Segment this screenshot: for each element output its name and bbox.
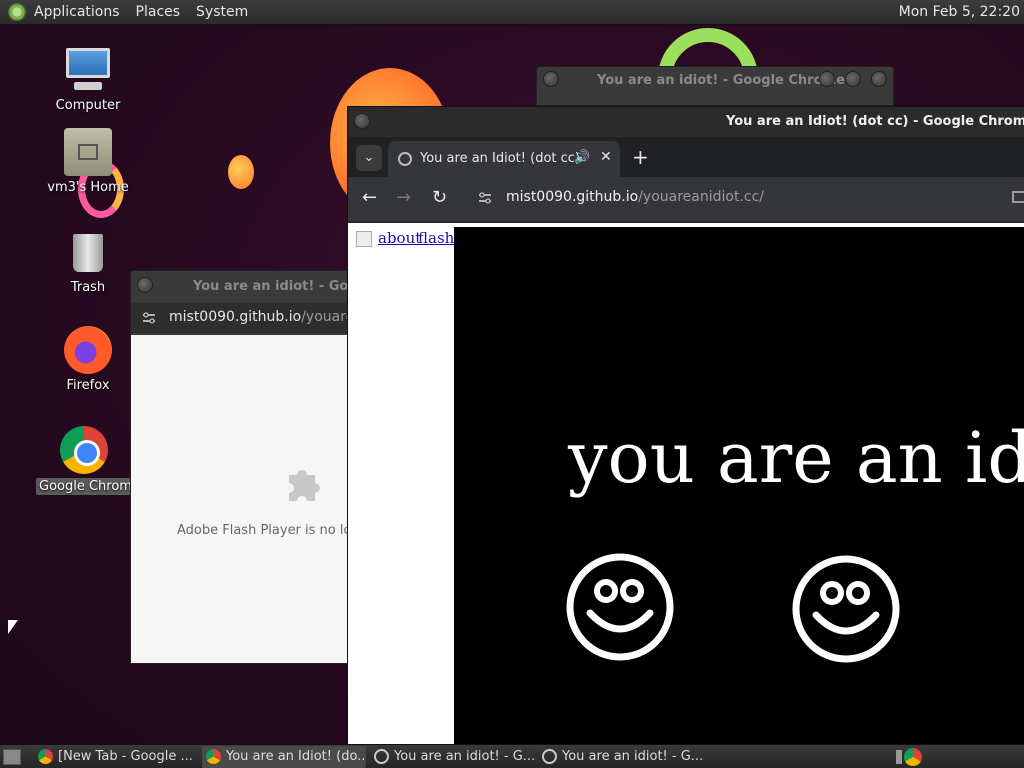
taskbar-task-new-tab[interactable]: [New Tab - Google ...	[34, 746, 198, 768]
smiley-face-icon	[566, 553, 674, 661]
taskbar-task-idiot-2[interactable]: You are an idiot! - G...	[370, 746, 534, 768]
close-button[interactable]	[871, 71, 887, 87]
popup-blocked-icon[interactable]	[1012, 191, 1024, 203]
chrome-window-middle[interactable]: You are an idiot! - Google Chrome mist00…	[130, 270, 350, 664]
taskbar-task-idiot-3[interactable]: You are an idiot! - G...	[538, 746, 702, 768]
computer-icon	[64, 46, 112, 94]
maximize-button[interactable]	[845, 71, 861, 87]
forward-arrow-icon[interactable]: →	[396, 187, 411, 208]
site-settings-icon[interactable]	[478, 191, 492, 205]
page-content: Adobe Flash Player is no longer supporte…	[131, 335, 349, 663]
broken-image-icon	[356, 231, 372, 247]
plugin-unsupported-message: Adobe Flash Player is no longer supporte…	[177, 523, 349, 538]
window-titlebar[interactable]: You are an Idiot! (dot cc) - Google Chro…	[348, 107, 1024, 137]
banner-text: you are an idiot!	[568, 417, 1024, 499]
chrome-window-front[interactable]: You are an Idiot! (dot cc) - Google Chro…	[347, 106, 1024, 746]
show-desktop-icon[interactable]	[3, 749, 21, 765]
window-menu-button[interactable]	[137, 277, 153, 293]
desktop-icon-trash[interactable]: Trash	[40, 228, 136, 295]
menu-applications[interactable]: Applications	[34, 4, 120, 20]
window-menu-button[interactable]	[354, 113, 370, 129]
page-viewport: about flash you are an idiot!	[348, 223, 1024, 745]
wallpaper-orange-dot	[228, 155, 254, 189]
window-title: You are an idiot! - Google Chrome	[597, 73, 845, 88]
globe-icon	[398, 152, 412, 166]
globe-icon	[542, 749, 557, 764]
trash-icon	[64, 228, 112, 276]
bottom-taskbar: [New Tab - Google ... You are an Idiot! …	[0, 744, 1024, 768]
speaker-icon[interactable]: 🔊	[574, 150, 590, 165]
task-label: You are an idiot! - G...	[394, 749, 534, 764]
desktop-icon-computer[interactable]: Computer	[40, 46, 136, 113]
tab-strip: ⌄ You are an Idiot! (dot cc) 🔊 ✕ +	[348, 137, 1024, 177]
desktop-icon-label: Firefox	[66, 378, 110, 393]
back-arrow-icon[interactable]: ←	[362, 187, 377, 208]
task-label: You are an Idiot! (do...	[226, 749, 366, 764]
menu-places[interactable]: Places	[136, 4, 181, 20]
url-text[interactable]: mist0090.github.io/youareanidiot.cc/	[169, 309, 349, 325]
about-link[interactable]: about	[378, 229, 421, 247]
desktop-icon-chrome[interactable]: Google Chrome	[36, 426, 140, 495]
minimize-button[interactable]	[819, 71, 835, 87]
desktop-icon-label: Computer	[55, 98, 121, 113]
plugin-puzzle-icon	[289, 470, 320, 501]
desktop-icon-home[interactable]: vm3's Home	[40, 128, 136, 195]
tab-search-button[interactable]: ⌄	[356, 145, 382, 171]
window-title: You are an idiot! - Google Chrome	[193, 279, 349, 294]
mouse-cursor-icon	[8, 620, 18, 634]
task-label: [New Tab - Google ...	[58, 749, 193, 764]
desktop-icon-firefox[interactable]: Firefox	[40, 326, 136, 393]
url-host: mist0090.github.io	[506, 189, 639, 205]
chrome-icon	[60, 426, 108, 474]
smiley-face-icon	[792, 555, 900, 663]
address-bar[interactable]: mist0090.github.io/youareanidiot.cc/	[131, 303, 349, 333]
workspace-switcher[interactable]	[896, 750, 902, 764]
taskbar-task-idiot-active[interactable]: You are an Idiot! (do...	[202, 746, 366, 768]
tab-active[interactable]: You are an Idiot! (dot cc) 🔊 ✕	[388, 141, 620, 177]
flash-link[interactable]: flash	[418, 229, 454, 247]
url-host: mist0090.github.io	[169, 309, 302, 325]
chrome-icon	[38, 749, 53, 764]
menu-system[interactable]: System	[196, 4, 248, 20]
url-text[interactable]: mist0090.github.io/youareanidiot.cc/	[506, 189, 764, 205]
window-menu-button[interactable]	[543, 71, 559, 87]
tray-chrome-icon[interactable]	[904, 748, 922, 766]
panel-clock[interactable]: Mon Feb 5, 22:20	[899, 4, 1020, 20]
desktop-icon-label: Google Chrome	[36, 478, 140, 495]
reload-icon[interactable]: ↻	[432, 187, 447, 208]
tab-title: You are an Idiot! (dot cc)	[420, 151, 580, 166]
window-title: You are an Idiot! (dot cc) - Google Chro…	[726, 114, 1024, 129]
task-label: You are an idiot! - G...	[562, 749, 702, 764]
tab-close-icon[interactable]: ✕	[600, 149, 612, 165]
desktop-icon-label: Trash	[70, 280, 106, 295]
idiot-frame: you are an idiot!	[454, 227, 1024, 745]
home-folder-icon	[64, 128, 112, 176]
url-path: /youareanidiot.cc/	[301, 309, 349, 325]
desktop-icon-label: vm3's Home	[47, 180, 129, 195]
url-path: /youareanidiot.cc/	[638, 189, 765, 205]
chrome-window-back[interactable]: You are an idiot! - Google Chrome	[536, 66, 894, 106]
top-panel: Applications Places System Mon Feb 5, 22…	[0, 0, 1024, 25]
chrome-icon	[206, 749, 221, 764]
new-tab-button[interactable]: +	[632, 145, 649, 169]
site-settings-icon[interactable]	[141, 311, 157, 325]
globe-icon	[374, 749, 389, 764]
mate-logo-icon[interactable]	[8, 3, 26, 21]
nav-frame: about flash	[348, 223, 454, 745]
browser-toolbar: ← → ↻ mist0090.github.io/youareanidiot.c…	[348, 177, 1024, 221]
firefox-icon	[64, 326, 112, 374]
